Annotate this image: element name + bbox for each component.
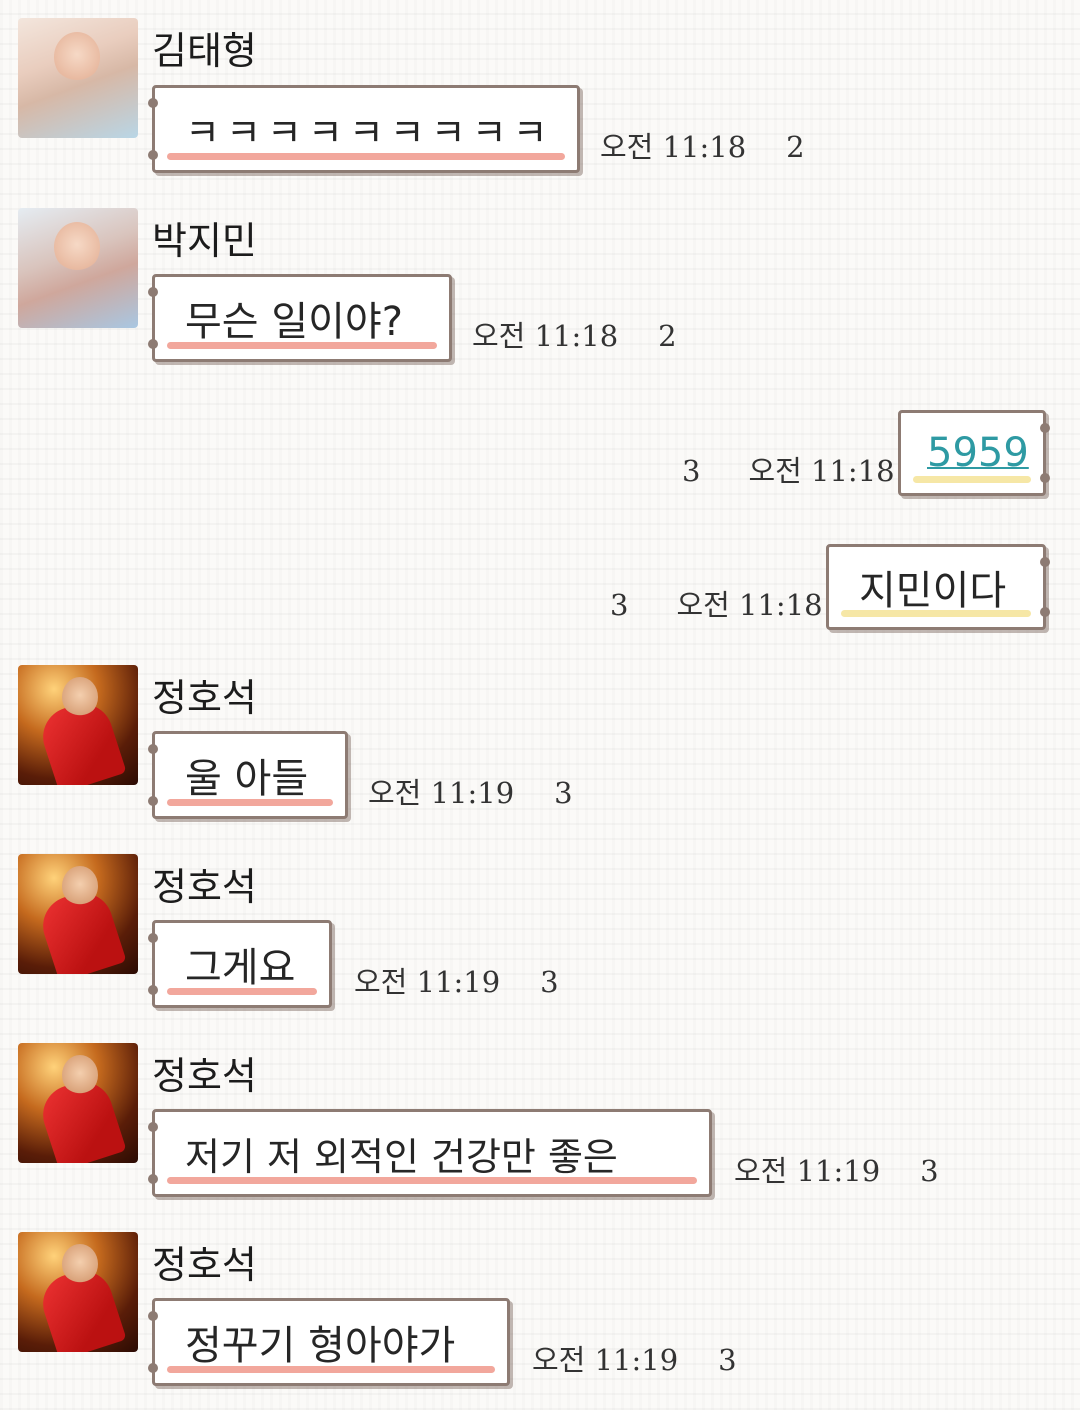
bubble-tab	[148, 1311, 158, 1321]
bubble-tab	[148, 339, 158, 349]
message-bubble[interactable]: 저기 저 외적인 건강만 좋은	[148, 1109, 712, 1197]
bubble-tab	[1040, 473, 1050, 483]
sender-name: 정호석	[152, 1054, 257, 1098]
message-meta: 오전 11:19 3	[368, 770, 573, 812]
bubble-tab	[1040, 607, 1050, 617]
unread-count: 2	[786, 130, 805, 164]
message-time: 오전 11:19	[354, 965, 501, 999]
profile-avatar[interactable]	[18, 1043, 138, 1163]
message-text: 울 아들	[185, 756, 309, 802]
link-text[interactable]: 5959	[927, 430, 1029, 476]
bubble-tab	[148, 933, 158, 943]
message-bubble[interactable]: ㅋㅋㅋㅋㅋㅋㅋㅋㅋ	[148, 85, 580, 173]
bubble-tab	[148, 1363, 158, 1373]
message-text: 저기 저 외적인 건강만 좋은	[185, 1134, 618, 1179]
message-time: 오전 11:19	[532, 1343, 679, 1377]
unread-count: 3	[610, 588, 629, 622]
message-bubble[interactable]: 울 아들	[148, 731, 348, 819]
profile-avatar[interactable]	[18, 18, 138, 138]
message-time: 오전 11:18	[600, 130, 747, 164]
avatar-face	[62, 1244, 98, 1284]
message-meta: 오전 11:18 2	[472, 313, 677, 355]
message-text: ㅋㅋㅋㅋㅋㅋㅋㅋㅋ	[185, 110, 554, 155]
bubble-tab	[1040, 557, 1050, 567]
unread-count: 3	[920, 1154, 939, 1188]
text-highlight	[913, 476, 1031, 483]
message-text: 무슨 일이야?	[185, 299, 403, 345]
bubble-tab	[148, 744, 158, 754]
bubble-tab	[148, 98, 158, 108]
message-bubble[interactable]: 5959	[898, 410, 1050, 496]
profile-avatar[interactable]	[18, 665, 138, 785]
profile-avatar[interactable]	[18, 854, 138, 974]
message-meta: 3 오전 11:18	[610, 582, 823, 624]
bubble-tab	[148, 287, 158, 297]
message-time: 오전 11:18	[748, 454, 895, 488]
message-text: 그게요	[185, 945, 296, 991]
message-text: 지민이다	[859, 568, 1007, 614]
unread-count: 3	[718, 1343, 737, 1377]
bubble-tab	[148, 985, 158, 995]
avatar-face	[54, 32, 100, 82]
sender-name: 박지민	[152, 219, 257, 263]
message-time: 오전 11:19	[734, 1154, 881, 1188]
message-bubble[interactable]: 정꾸기 형아야가	[148, 1298, 510, 1386]
unread-count: 3	[682, 454, 701, 488]
unread-count: 2	[658, 319, 677, 353]
sender-name: 정호석	[152, 865, 257, 909]
unread-count: 3	[554, 776, 573, 810]
bubble-tab	[148, 1122, 158, 1132]
message-bubble[interactable]: 지민이다	[826, 544, 1050, 630]
avatar-face	[62, 1055, 98, 1095]
bubble-tab	[1040, 423, 1050, 433]
unread-count: 3	[540, 965, 559, 999]
message-meta: 오전 11:19 3	[354, 959, 559, 1001]
avatar-face	[62, 866, 98, 906]
profile-avatar[interactable]	[18, 1232, 138, 1352]
sender-name: 김태형	[152, 29, 257, 73]
message-bubble[interactable]: 무슨 일이야?	[148, 274, 452, 362]
profile-avatar[interactable]	[18, 208, 138, 328]
sender-name: 정호석	[152, 1243, 257, 1287]
message-meta: 오전 11:18 2	[600, 124, 805, 166]
message-meta: 3 오전 11:18	[682, 448, 895, 490]
message-meta: 오전 11:19 3	[734, 1148, 939, 1190]
bubble-tab	[148, 1174, 158, 1184]
avatar-face	[62, 677, 98, 717]
avatar-face	[54, 222, 100, 272]
message-text: 정꾸기 형아야가	[185, 1323, 456, 1369]
message-meta: 오전 11:19 3	[532, 1337, 737, 1379]
message-time: 오전 11:18	[472, 319, 619, 353]
bubble-tab	[148, 150, 158, 160]
message-time: 오전 11:19	[368, 776, 515, 810]
bubble-tab	[148, 796, 158, 806]
message-bubble[interactable]: 그게요	[148, 920, 332, 1008]
sender-name: 정호석	[152, 676, 257, 720]
message-time: 오전 11:18	[676, 588, 823, 622]
